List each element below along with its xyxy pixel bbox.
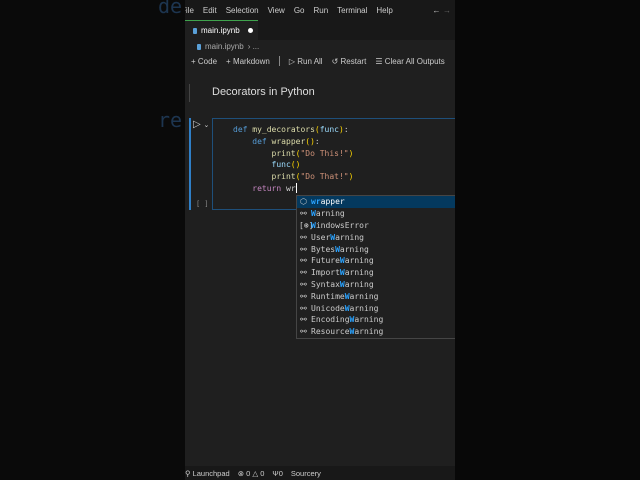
suggestion-label: BytesWarning	[311, 244, 369, 254]
problems-button[interactable]: ⊗ 0 △ 0	[238, 469, 265, 478]
suggestion-label: UserWarning	[311, 232, 364, 242]
suggestion-item[interactable]: ⚯ RuntimeWarning	[297, 290, 455, 302]
suggestion-item[interactable]: ⚯ ImportWarning	[297, 267, 455, 279]
suggestion-item[interactable]: ⚯ EncodingWarning	[297, 314, 455, 326]
run-all-button[interactable]: ▷ Run All	[289, 57, 323, 66]
suggestion-item[interactable]: ⚯ BytesWarning	[297, 243, 455, 255]
restart-icon: ↺	[331, 56, 339, 66]
class-icon: ⚯	[300, 209, 307, 219]
code-text[interactable]: def my_decorators(func): def wrapper(): …	[233, 124, 353, 195]
restart-button[interactable]: ↺ Restart	[332, 57, 367, 66]
suggestion-item[interactable]: ⚯ SyntaxWarning	[297, 279, 455, 291]
menu-go[interactable]: Go	[294, 6, 305, 15]
background-right	[455, 0, 640, 480]
unsaved-dot-icon[interactable]	[247, 28, 253, 33]
plus-icon: +	[191, 56, 196, 66]
suggestion-label: Warning	[311, 209, 345, 219]
execution-count: [ ]	[196, 200, 209, 208]
back-arrow-icon[interactable]: ←	[432, 6, 440, 15]
warning-icon: △	[252, 468, 259, 478]
markdown-cell[interactable]: Decorators in Python	[212, 86, 315, 98]
suggestion-item[interactable]: ⚯ ResourceWarning	[297, 326, 455, 338]
status-bar: ⚲ Launchpad ⊗ 0 △ 0 Ψ0 Sourcery	[185, 466, 455, 480]
sourcery-button[interactable]: Sourcery	[291, 469, 321, 478]
notebook-file-icon	[197, 43, 201, 50]
suggestion-item[interactable]: ⚯ UnicodeWarning	[297, 302, 455, 314]
menu-help[interactable]: Help	[376, 6, 392, 15]
suggestion-label: wrapper	[311, 197, 345, 207]
suggestion-item[interactable]: [⊛] WindowsError	[297, 220, 455, 232]
class-icon: ⚯	[300, 303, 307, 313]
cell-focus-indicator	[189, 118, 191, 210]
breadcrumb-file[interactable]: main.ipynb	[205, 42, 244, 51]
suggestion-label: ImportWarning	[311, 268, 374, 278]
clear-outputs-button[interactable]: ☰ Clear All Outputs	[375, 57, 444, 66]
markdown-cell-gutter	[189, 84, 190, 102]
variable-icon: [⊛]	[299, 220, 314, 230]
tab-main-ipynb[interactable]: main.ipynb	[185, 20, 258, 40]
error-icon: ⊗	[237, 468, 244, 478]
menu-file[interactable]: File	[185, 6, 194, 15]
forward-arrow-icon[interactable]: →	[443, 6, 451, 15]
background-ghost-text: re	[158, 108, 183, 132]
add-code-button[interactable]: + Code	[191, 57, 217, 66]
suggestion-label: SyntaxWarning	[311, 279, 374, 289]
suggestion-item[interactable]: ⚯ Warning	[297, 208, 455, 220]
breadcrumb-rest[interactable]: › ...	[248, 42, 260, 51]
class-icon: ⚯	[300, 244, 307, 254]
class-icon: ⚯	[300, 256, 307, 266]
suggestion-label: ResourceWarning	[311, 327, 384, 337]
suggestion-item[interactable]: ⬡ wrapper	[297, 196, 455, 208]
class-icon: ⚯	[300, 268, 307, 278]
class-icon: ⚯	[300, 232, 307, 242]
menu-edit[interactable]: Edit	[203, 6, 217, 15]
suggestion-label: UnicodeWarning	[311, 303, 379, 313]
suggestion-item[interactable]: ⚯ UserWarning	[297, 231, 455, 243]
clear-outputs-icon: ☰	[375, 56, 383, 66]
notebook-file-icon	[193, 27, 197, 34]
suggestion-label: RuntimeWarning	[311, 291, 379, 301]
menu-run[interactable]: Run	[313, 6, 328, 15]
launchpad-button[interactable]: ⚲ Launchpad	[185, 469, 230, 478]
menu-selection[interactable]: Selection	[226, 6, 259, 15]
suggestion-label: EncodingWarning	[311, 315, 384, 325]
class-icon: ⚯	[300, 327, 307, 337]
vscode-window: File Edit Selection View Go Run Terminal…	[185, 0, 455, 480]
tab-bar: main.ipynb	[185, 20, 455, 40]
suggestion-item[interactable]: ⚯ FutureWarning	[297, 255, 455, 267]
class-icon: ⚯	[300, 279, 307, 289]
ports-button[interactable]: Ψ0	[272, 469, 282, 478]
breadcrumb: main.ipynb › ...	[197, 42, 259, 51]
class-icon: ⚯	[300, 291, 307, 301]
run-cell-button[interactable]: ▷ ⌄	[193, 119, 209, 130]
background-left	[0, 0, 185, 480]
menu-bar: File Edit Selection View Go Run Terminal…	[185, 0, 455, 20]
notebook-toolbar: + Code + Markdown ▷ Run All ↺ Restart ☰ …	[191, 56, 445, 66]
menu-terminal[interactable]: Terminal	[337, 6, 367, 15]
tab-label: main.ipynb	[201, 26, 240, 35]
background-ghost-text: de	[158, 0, 183, 18]
function-icon: ⬡	[300, 197, 307, 207]
suggestion-label: WindowsError	[311, 220, 369, 230]
add-markdown-button[interactable]: + Markdown	[226, 57, 270, 66]
text-cursor	[295, 183, 297, 194]
chevron-down-icon[interactable]: ⌄	[203, 122, 209, 129]
suggestion-label: FutureWarning	[311, 256, 374, 266]
divider	[278, 56, 280, 66]
autocomplete-widget: ⬡ wrapper ⚯ Warning [⊛] WindowsError ⚯ UserWarn…	[296, 195, 455, 339]
class-icon: ⚯	[300, 315, 307, 325]
menu-view[interactable]: View	[268, 6, 285, 15]
plus-icon: +	[226, 56, 231, 66]
run-all-icon: ▷	[288, 56, 295, 66]
